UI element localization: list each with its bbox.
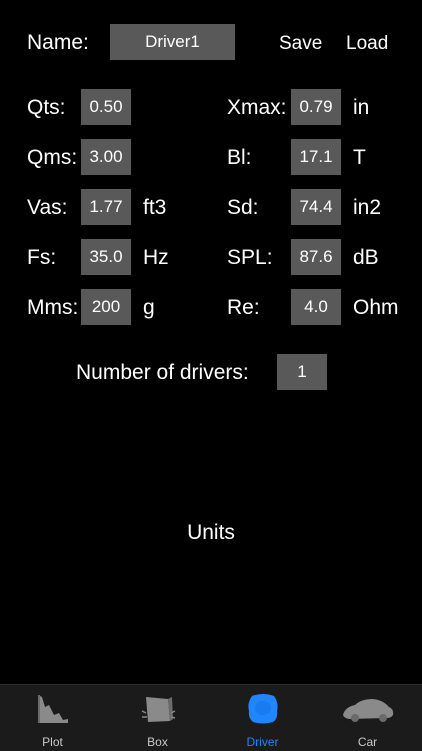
- bl-label: Bl:: [227, 146, 252, 169]
- units-button[interactable]: Units: [0, 521, 422, 545]
- plot-icon: [37, 695, 68, 723]
- mms-unit: g: [143, 296, 155, 319]
- tab-plot[interactable]: Plot: [0, 685, 105, 751]
- vas-unit: ft3: [143, 196, 167, 219]
- tab-plot-label: Plot: [42, 735, 63, 749]
- mms-label: Mms:: [27, 296, 79, 319]
- driver-icon: [247, 694, 278, 724]
- sd-field[interactable]: 74.4: [291, 189, 341, 225]
- load-button[interactable]: Load: [346, 33, 388, 55]
- vas-label: Vas:: [27, 196, 68, 219]
- car-icon: [342, 699, 393, 722]
- re-field[interactable]: 4.0: [291, 289, 341, 325]
- spl-field[interactable]: 87.6: [291, 239, 341, 275]
- tab-driver-label: Driver: [246, 735, 279, 749]
- spl-unit: dB: [353, 246, 379, 269]
- mms-field[interactable]: 200: [81, 289, 131, 325]
- box-icon: [141, 697, 175, 722]
- re-label: Re:: [227, 296, 260, 319]
- qms-label: Qms:: [27, 146, 78, 169]
- sd-label: Sd:: [227, 196, 259, 219]
- tab-driver[interactable]: Driver: [210, 685, 315, 751]
- sd-unit: in2: [353, 196, 382, 219]
- qts-label: Qts:: [27, 96, 66, 119]
- tab-box[interactable]: Box: [105, 685, 210, 751]
- qts-field[interactable]: 0.50: [81, 89, 131, 125]
- bl-unit: T: [353, 146, 366, 169]
- qms-field[interactable]: 3.00: [81, 139, 131, 175]
- name-field[interactable]: Driver1: [110, 24, 235, 60]
- drivers-field[interactable]: 1: [277, 354, 327, 390]
- fs-field[interactable]: 35.0: [81, 239, 131, 275]
- tab-bar: Plot Box Driver Car: [0, 684, 422, 751]
- tab-car-label: Car: [357, 735, 378, 749]
- spl-label: SPL:: [227, 246, 273, 269]
- xmax-field[interactable]: 0.79: [291, 89, 341, 125]
- save-button[interactable]: Save: [279, 33, 322, 55]
- fs-label: Fs:: [27, 246, 57, 269]
- drivers-label: Number of drivers:: [76, 361, 249, 384]
- tab-car[interactable]: Car: [315, 685, 420, 751]
- re-unit: Ohm: [353, 296, 399, 319]
- name-label: Name:: [27, 31, 89, 54]
- xmax-unit: in: [353, 96, 370, 119]
- bl-field[interactable]: 17.1: [291, 139, 341, 175]
- xmax-label: Xmax:: [227, 96, 287, 119]
- vas-field[interactable]: 1.77: [81, 189, 131, 225]
- tab-box-label: Box: [147, 735, 168, 749]
- fs-unit: Hz: [143, 246, 169, 269]
